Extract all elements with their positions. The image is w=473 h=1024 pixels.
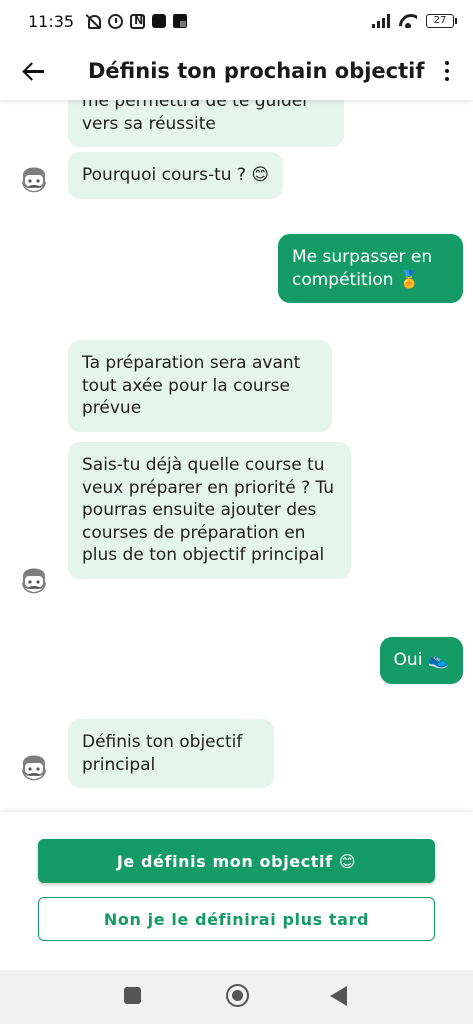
more-options-button[interactable] xyxy=(435,51,459,91)
wifi-icon xyxy=(399,14,417,28)
status-right: 27 xyxy=(372,14,457,28)
bot-message: me permettra de te guider vers sa réussi… xyxy=(68,100,344,147)
recents-icon[interactable] xyxy=(124,987,141,1004)
home-icon[interactable] xyxy=(226,984,249,1007)
back-button[interactable] xyxy=(6,43,62,99)
nfc-icon xyxy=(130,13,146,29)
bot-message: Sais-tu déjà quelle course tu veux prépa… xyxy=(68,442,351,579)
battery-level: 27 xyxy=(426,14,454,28)
action-panel: Je définis mon objectif 😊 Non je le défi… xyxy=(0,812,473,970)
battery-icon: 27 xyxy=(426,14,457,28)
bearded-coach-avatar xyxy=(15,750,53,790)
define-later-button[interactable]: Non je le définirai plus tard xyxy=(38,897,435,941)
mute-icon xyxy=(85,13,102,29)
status-left: 11:35 xyxy=(28,11,188,31)
chat-thread[interactable]: me permettra de te guider vers sa réussi… xyxy=(0,100,473,812)
bearded-coach-avatar xyxy=(15,563,53,603)
gallery-icon xyxy=(173,14,188,28)
status-time: 11:35 xyxy=(28,11,75,31)
user-message: Oui 👟 xyxy=(379,637,463,684)
status-bar: 11:35 27 xyxy=(0,0,473,42)
bot-message: Définis ton objectif principal xyxy=(68,719,274,788)
alarm-icon xyxy=(108,13,124,29)
bearded-coach-avatar xyxy=(15,162,53,202)
back-arrow-icon xyxy=(23,62,45,80)
app-bar: Définis ton prochain objectif xyxy=(0,42,473,100)
page-title: Définis ton prochain objectif xyxy=(88,59,425,83)
bot-message: Ta préparation sera avant tout axée pour… xyxy=(68,340,332,432)
app-icon xyxy=(152,14,167,28)
user-message: Me surpasser en compétition 🏅 xyxy=(278,234,463,303)
nav-back-icon[interactable] xyxy=(330,986,347,1006)
system-nav-bar xyxy=(0,970,473,1024)
signal-icon xyxy=(372,14,390,28)
more-vert-icon xyxy=(445,61,449,65)
define-goal-button[interactable]: Je définis mon objectif 😊 xyxy=(38,839,435,883)
bot-message: Pourquoi cours-tu ? 😊 xyxy=(68,152,284,199)
